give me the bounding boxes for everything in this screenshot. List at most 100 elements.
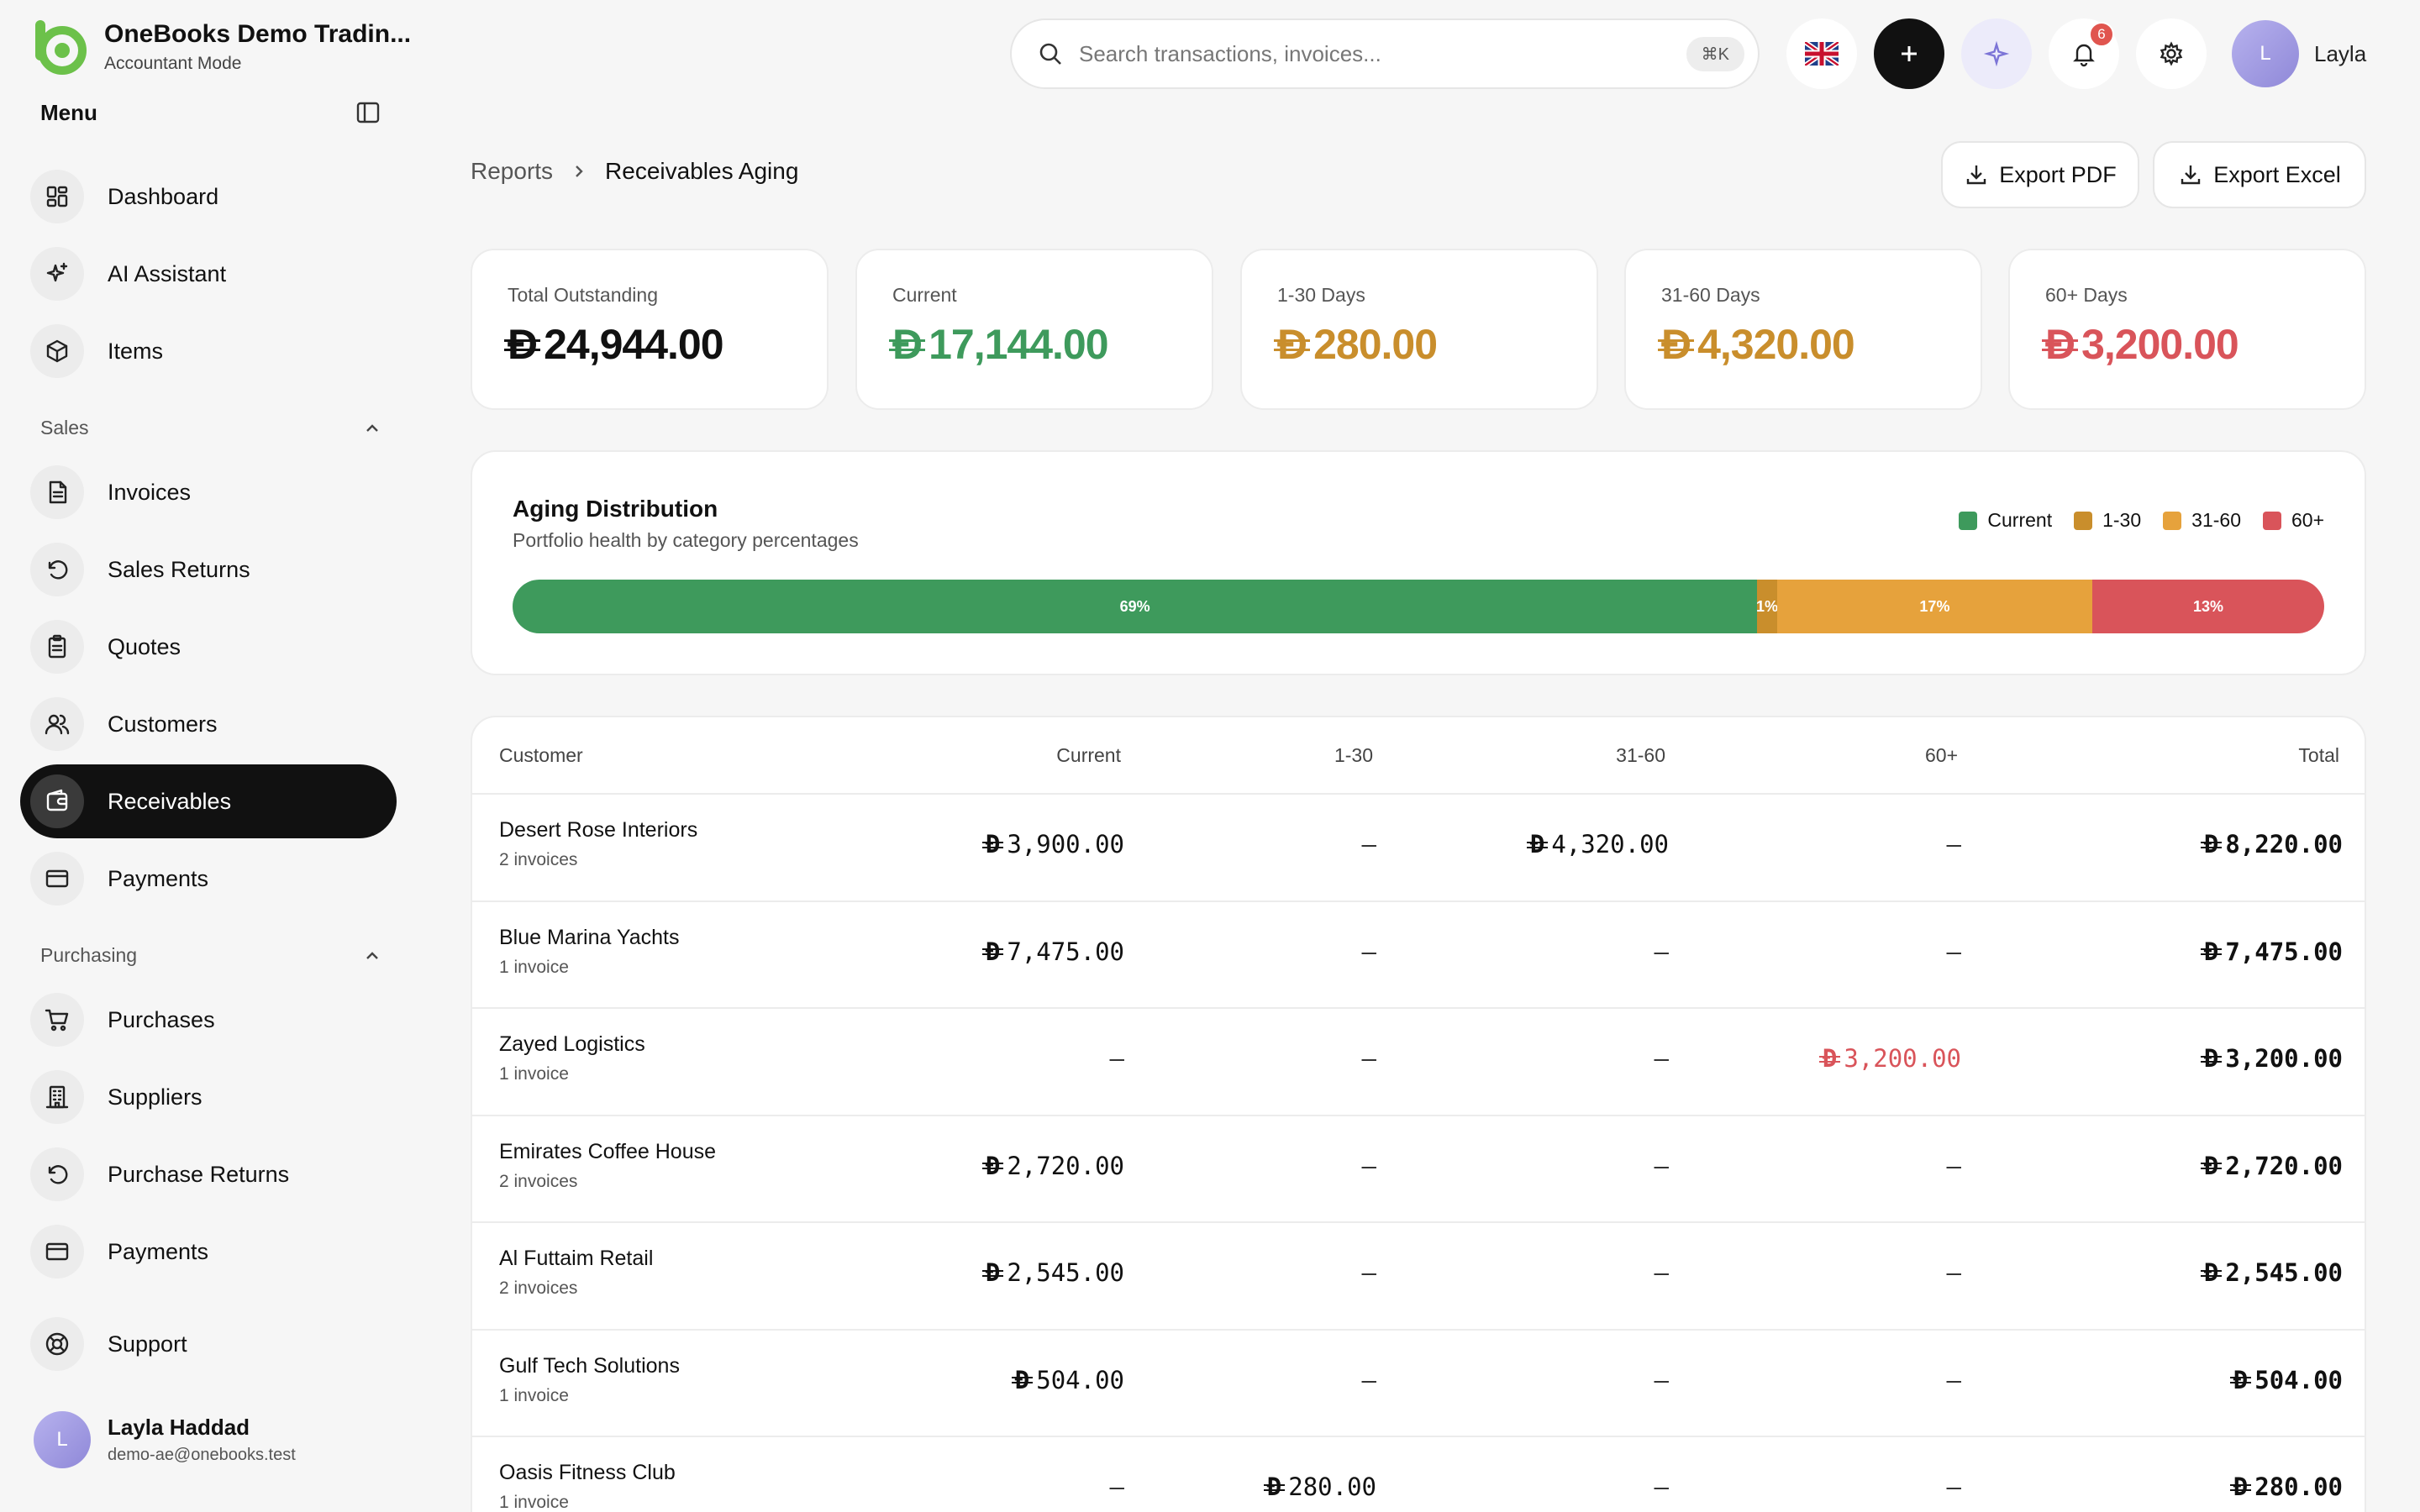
amount-value: 2,545.00: [2225, 1258, 2343, 1287]
empty-cell: –: [1654, 1044, 1669, 1073]
empty-cell: –: [1361, 1258, 1376, 1287]
brand[interactable]: OneBooks Demo Tradin... Accountant Mode: [30, 17, 411, 77]
customer-name[interactable]: Gulf Tech Solutions: [499, 1354, 680, 1378]
menu-title: Menu: [40, 99, 97, 125]
sidebar-item-payments[interactable]: Payments: [20, 1215, 397, 1289]
language-button[interactable]: [1786, 18, 1857, 89]
section-purchasing[interactable]: Purchasing: [40, 944, 381, 967]
add-new-button[interactable]: [1874, 18, 1944, 89]
invoice-count: 1 invoice: [499, 1493, 569, 1512]
legend-label: Current: [1987, 509, 2053, 531]
customer-name[interactable]: Al Futtaim Retail: [499, 1247, 653, 1271]
customer-name[interactable]: Emirates Coffee House: [499, 1140, 716, 1164]
table-row[interactable]: Oasis Fitness Club 1 invoice – Đ 280.00– – Đ 28…: [472, 1436, 2365, 1512]
amount-value: 2,720.00: [2225, 1151, 2343, 1180]
invoice-count: 2 invoices: [499, 850, 578, 869]
search-bar[interactable]: ⌘K: [1010, 18, 1760, 89]
amount-value: 8,220.00: [2225, 830, 2343, 858]
cell-current: Đ 7,475.00: [981, 937, 1124, 966]
sidebar-item-sales-returns[interactable]: Sales Returns: [20, 533, 397, 606]
header-total[interactable]: Total: [2298, 717, 2339, 793]
search-icon: [1039, 43, 1061, 65]
cell-total: Đ 2,545.00: [2200, 1258, 2343, 1287]
sidebar-item-suppliers[interactable]: Suppliers: [20, 1060, 397, 1134]
cell-current: Đ 2,720.00: [981, 1152, 1124, 1180]
table-row[interactable]: Gulf Tech Solutions 1 invoice Đ 504.00– – – Đ 5…: [472, 1328, 2365, 1436]
sidebar-item-label: Support: [108, 1331, 187, 1357]
amount-value: 504.00: [2254, 1365, 2343, 1394]
sidebar-item-purchase-returns[interactable]: Purchase Returns: [20, 1137, 397, 1211]
chevron-up-icon: [366, 423, 378, 432]
section-sales[interactable]: Sales: [40, 417, 381, 439]
sidebar-item-purchases[interactable]: Purchases: [20, 983, 397, 1057]
chevron-up-icon: [366, 951, 378, 959]
currency-symbol: Đ: [2229, 1473, 2252, 1501]
sidebar-item-dashboard[interactable]: Dashboard: [20, 160, 397, 234]
settings-button[interactable]: [2136, 18, 2207, 89]
table-row[interactable]: Zayed Logistics 1 invoice – – – Đ 3,200.00 Đ 3,2…: [472, 1007, 2365, 1114]
table-row[interactable]: Desert Rose Interiors 2 invoices Đ 3,900.00…: [472, 793, 2365, 900]
search-input[interactable]: [1079, 40, 1659, 67]
user-profile[interactable]: L Layla Haddad demo-ae@onebooks.test: [34, 1411, 296, 1468]
legend-label: 60+: [2291, 509, 2324, 531]
sidebar-item-ai-assistant[interactable]: AI Assistant: [20, 237, 397, 311]
table-row[interactable]: Al Futtaim Retail 2 invoices Đ 2,545.00– – – Đ…: [472, 1221, 2365, 1328]
mode-label: Accountant Mode: [104, 54, 242, 73]
summary-label: Total Outstanding: [508, 284, 659, 306]
account-menu[interactable]: L Layla: [2232, 20, 2366, 87]
distribution-segment: 13%: [2092, 580, 2324, 633]
notifications-button[interactable]: 6: [2049, 18, 2119, 89]
currency-symbol: Đ: [1011, 1365, 1034, 1394]
summary-card-31-60-days: 31-60 Days Đ 4,320.00: [1624, 249, 1982, 410]
summary-value: Đ 17,144.00: [888, 320, 1212, 369]
sidebar-item-label: Payments: [108, 1238, 209, 1264]
sidebar-item-support[interactable]: Support: [20, 1307, 397, 1381]
sidebar-item-label: AI Assistant: [108, 260, 227, 286]
header-31-60[interactable]: 31-60: [1616, 717, 1665, 793]
wallet-icon: [30, 774, 84, 828]
customer-name[interactable]: Blue Marina Yachts: [499, 926, 679, 950]
download-icon: [2181, 165, 2201, 185]
cell-total: Đ 504.00: [2229, 1365, 2343, 1394]
sidebar-item-quotes[interactable]: Quotes: [20, 610, 397, 684]
cell-d31_60: –: [1655, 1044, 1669, 1073]
amount-value: 4,320.00: [1551, 830, 1669, 858]
breadcrumb: Reports Receivables Aging: [471, 158, 798, 185]
legend-swatch: [2074, 511, 2093, 530]
invoice-count: 2 invoices: [499, 1171, 578, 1191]
sidebar-item-payments[interactable]: Payments: [20, 842, 397, 916]
cell-d31_60: Đ 4,320.00: [1526, 830, 1669, 858]
breadcrumb-reports[interactable]: Reports: [471, 158, 553, 185]
cell-d60: –: [1947, 830, 1961, 858]
uk-flag-icon: [1805, 42, 1839, 66]
cell-d60: –: [1947, 937, 1961, 966]
invoice-count: 1 invoice: [499, 1064, 569, 1084]
cell-current: –: [1110, 1044, 1124, 1073]
cell-d31_60: –: [1655, 1366, 1669, 1394]
export-excel-button[interactable]: Export Excel: [2153, 141, 2366, 208]
return-icon: [30, 1147, 84, 1201]
amount-value: 280.00: [1313, 321, 1438, 368]
amount-value: 17,144.00: [929, 321, 1108, 368]
empty-cell: –: [1946, 937, 1961, 966]
export-pdf-button[interactable]: Export PDF: [1941, 141, 2139, 208]
customer-name[interactable]: Zayed Logistics: [499, 1032, 645, 1057]
header-1-30[interactable]: 1-30: [1334, 717, 1373, 793]
empty-cell: –: [1946, 830, 1961, 858]
customer-name[interactable]: Oasis Fitness Club: [499, 1461, 676, 1485]
header-current[interactable]: Current: [1056, 717, 1121, 793]
receivables-table: Customer Current 1-30 31-60 60+ Total Desert R…: [471, 716, 2366, 1512]
sidebar-item-items[interactable]: Items: [20, 314, 397, 388]
header-customer[interactable]: Customer: [499, 717, 583, 793]
ai-assistant-button[interactable]: [1961, 18, 2032, 89]
sidebar-item-customers[interactable]: Customers: [20, 687, 397, 761]
sidebar-item-receivables[interactable]: Receivables: [20, 764, 397, 838]
customer-name[interactable]: Desert Rose Interiors: [499, 818, 697, 843]
sidebar-item-invoices[interactable]: Invoices: [20, 455, 397, 529]
sidebar-item-label: Purchases: [108, 1006, 215, 1032]
header-60-plus[interactable]: 60+: [1925, 717, 1958, 793]
amount-value: 24,944.00: [544, 321, 723, 368]
table-row[interactable]: Emirates Coffee House 2 invoices Đ 2,720.00…: [472, 1114, 2365, 1221]
table-row[interactable]: Blue Marina Yachts 1 invoice Đ 7,475.00– – – Đ…: [472, 900, 2365, 1007]
sidebar-toggle-icon[interactable]: [355, 99, 381, 126]
